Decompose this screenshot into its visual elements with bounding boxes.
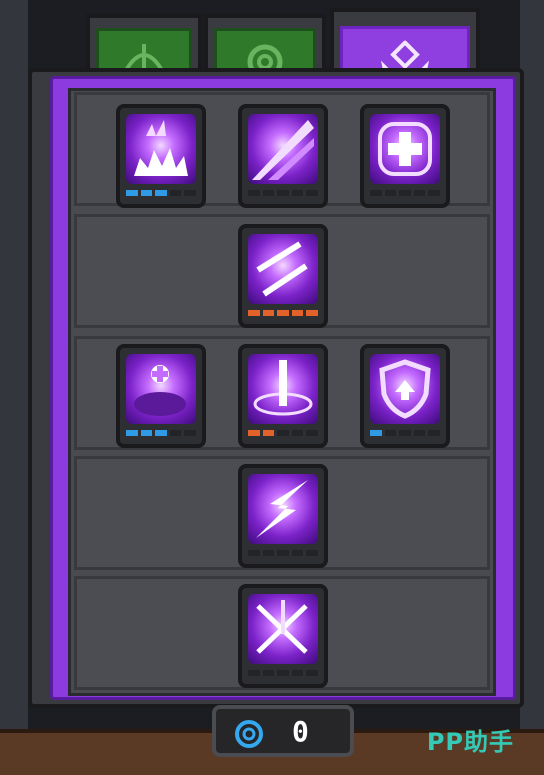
heal-cross-icon	[370, 114, 440, 184]
skill-swords[interactable]	[238, 224, 328, 328]
level-bar	[248, 190, 318, 198]
level-bar	[126, 430, 196, 438]
skill-heal-cross[interactable]	[360, 104, 450, 208]
sword-pillar-icon	[248, 354, 318, 424]
background-left-wall	[0, 0, 28, 775]
skill-explosion[interactable]	[116, 104, 206, 208]
level-bar	[248, 670, 318, 678]
skill-pet-heal[interactable]	[116, 344, 206, 448]
skill-lightning[interactable]	[238, 464, 328, 568]
currency-counter: 0	[212, 705, 354, 757]
level-bar	[248, 550, 318, 558]
level-bar	[370, 190, 440, 198]
swords-icon	[248, 234, 318, 304]
skill-slash[interactable]	[238, 104, 328, 208]
sword-rain-icon	[248, 594, 318, 664]
lightning-icon	[248, 474, 318, 544]
watermark: PP助手	[426, 728, 514, 756]
level-bar	[248, 430, 318, 438]
level-bar	[248, 310, 318, 318]
currency-amount: 0	[292, 715, 309, 748]
skill-shield-up[interactable]	[360, 344, 450, 448]
level-bar	[126, 190, 196, 198]
skill-sword-pillar[interactable]	[238, 344, 328, 448]
skill-sword-rain[interactable]	[238, 584, 328, 688]
blue-swirl-gem-icon	[235, 720, 263, 748]
shield-up-icon	[370, 354, 440, 424]
level-bar	[370, 430, 440, 438]
pet-heal-icon	[126, 354, 196, 424]
explosion-icon	[126, 114, 196, 184]
slash-icon	[248, 114, 318, 184]
